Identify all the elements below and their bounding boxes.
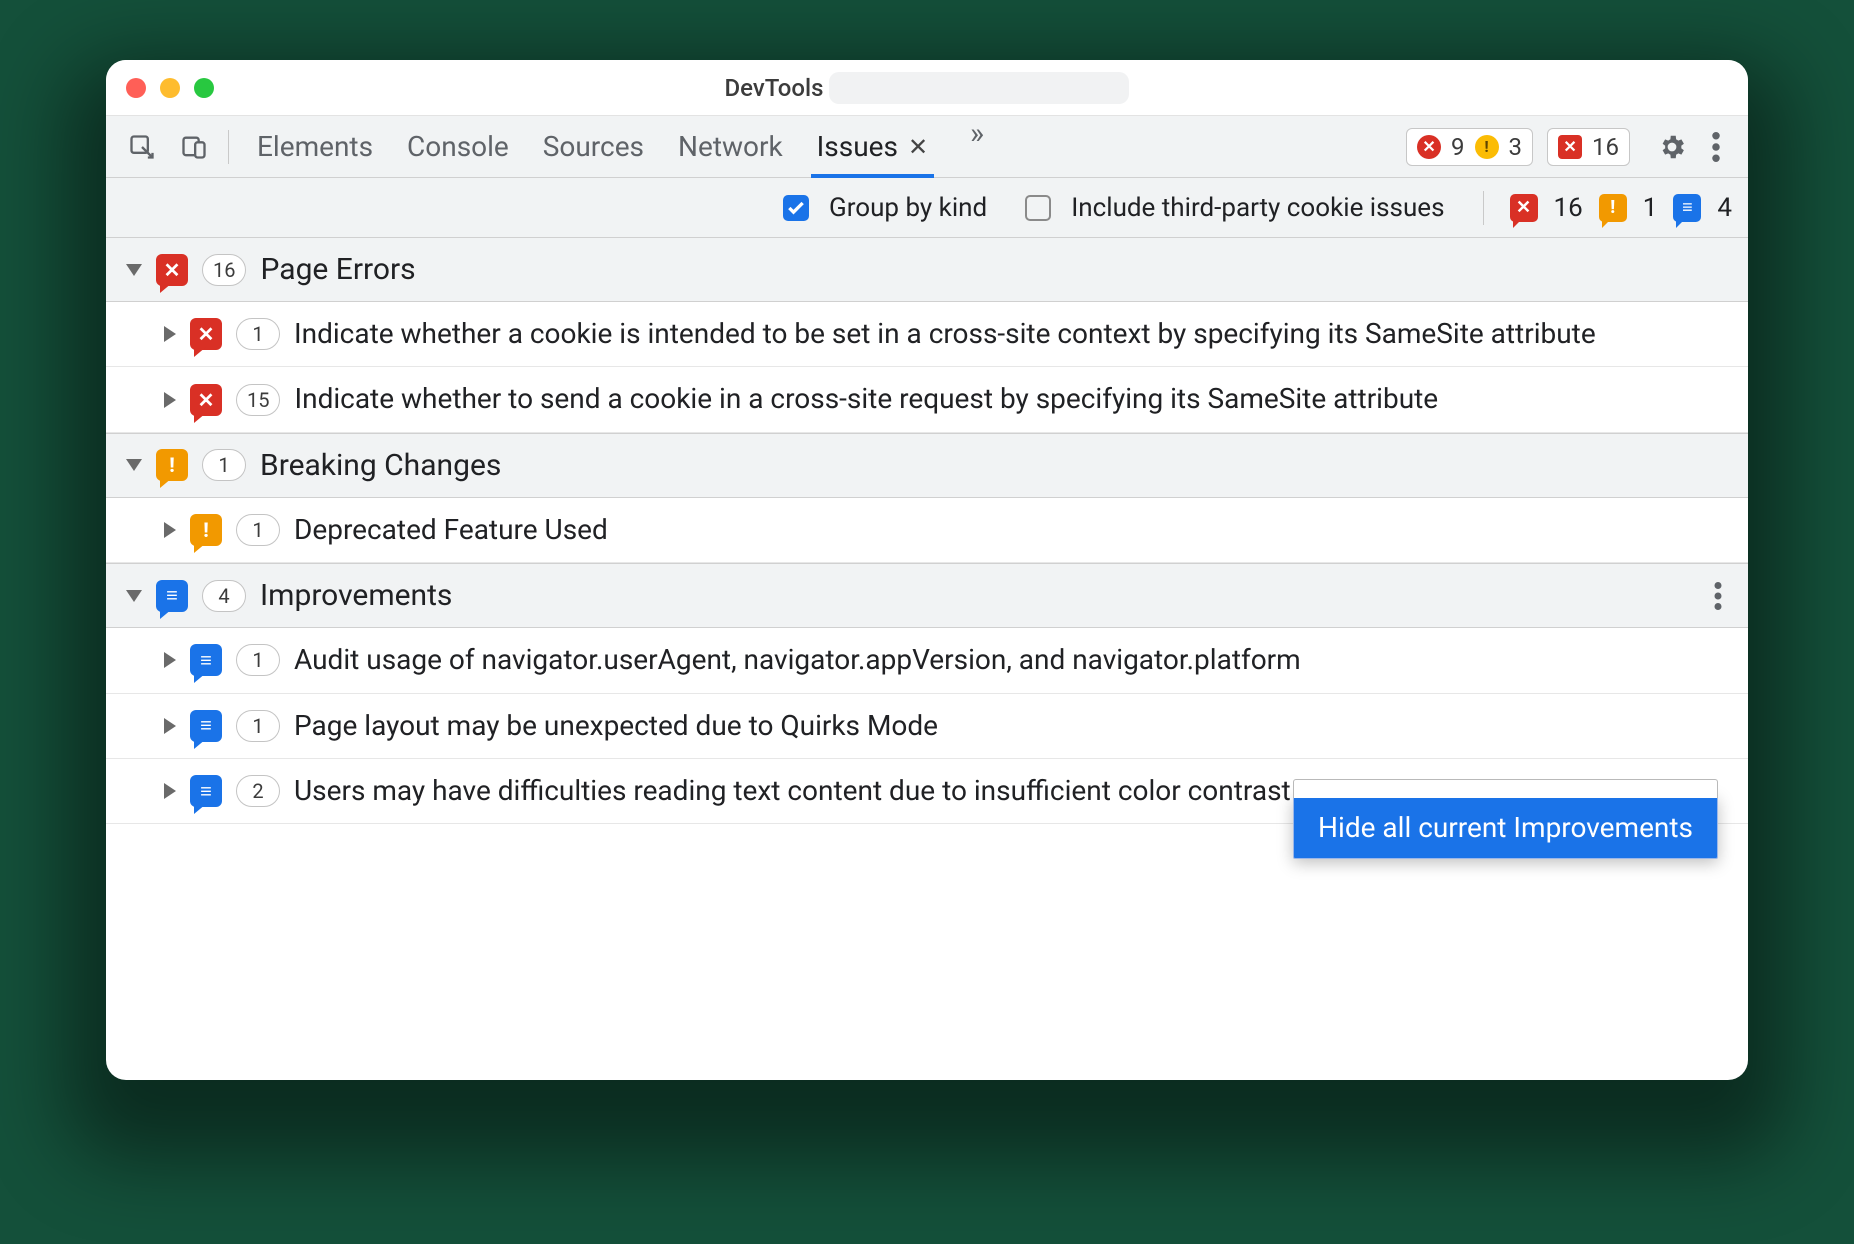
issue-count: 16	[1592, 133, 1619, 161]
inspect-element-button[interactable]	[118, 127, 166, 167]
divider	[228, 130, 229, 164]
breaking-changes-icon: !	[1599, 194, 1627, 222]
issue-kind-counts: ✕ 16 ! 1 ≡ 4	[1510, 193, 1732, 223]
issue-message: Deprecated Feature Used	[294, 512, 1728, 548]
context-menu-hide-improvements[interactable]: Hide all current Improvements	[1293, 796, 1718, 859]
group-header-improvements[interactable]: ≡ 4 Improvements	[106, 563, 1748, 628]
group-title: Page Errors	[260, 252, 415, 287]
group-count: 4	[202, 580, 246, 612]
issue-row[interactable]: ✕ 15 Indicate whether to send a cookie i…	[106, 367, 1748, 432]
tab-elements[interactable]: Elements	[257, 116, 373, 177]
tab-label: Network	[678, 130, 783, 163]
group-by-kind-checkbox[interactable]	[783, 195, 809, 221]
error-icon: ✕	[1417, 135, 1441, 159]
close-window-button[interactable]	[126, 78, 146, 98]
tab-sources[interactable]: Sources	[543, 116, 644, 177]
issue-count: 15	[236, 384, 280, 416]
issue-kind-icon: ≡	[190, 775, 222, 807]
disclosure-triangle-icon	[164, 326, 176, 342]
issue-row[interactable]: ≡ 1 Audit usage of navigator.userAgent, …	[106, 628, 1748, 693]
disclosure-triangle-icon	[164, 783, 176, 799]
disclosure-triangle-icon	[126, 459, 142, 471]
issue-row[interactable]: ✕ 1 Indicate whether a cookie is intende…	[106, 302, 1748, 367]
devtools-window: DevTools Elements Console Sources Networ…	[106, 60, 1748, 1080]
issue-count: 1	[236, 710, 280, 742]
tab-label: Console	[407, 130, 509, 163]
disclosure-triangle-icon	[164, 392, 176, 408]
tab-network[interactable]: Network	[678, 116, 783, 177]
disclosure-triangle-icon	[164, 652, 176, 668]
issue-message: Indicate whether to send a cookie in a c…	[294, 381, 1728, 417]
issue-message: Indicate whether a cookie is intended to…	[294, 316, 1728, 352]
issue-row[interactable]: ! 1 Deprecated Feature Used	[106, 498, 1748, 563]
tab-label: Sources	[543, 130, 644, 163]
improvements-icon: ≡	[1673, 194, 1701, 222]
group-count: 1	[202, 449, 246, 481]
disclosure-triangle-icon	[164, 522, 176, 538]
error-count: 9	[1451, 133, 1465, 161]
group-title: Improvements	[260, 578, 452, 613]
issues-tree: ✕ 16 Page Errors ✕ 1 Indicate whether a …	[106, 238, 1748, 1080]
issue-kind-icon: ✕	[190, 384, 222, 416]
more-tabs-button[interactable]: »	[962, 116, 992, 177]
third-party-label: Include third-party cookie issues	[1071, 193, 1444, 223]
breaking-changes-kind-icon: !	[156, 449, 188, 481]
device-toolbar-button[interactable]	[170, 127, 218, 167]
improvements-kind-icon: ≡	[156, 580, 188, 612]
minimize-window-button[interactable]	[160, 78, 180, 98]
improvements-count: 4	[1717, 193, 1732, 223]
tab-label: Elements	[257, 130, 373, 163]
group-more-button[interactable]	[1708, 582, 1728, 610]
breaking-changes-count: 1	[1643, 193, 1658, 223]
issue-message: Audit usage of navigator.userAgent, navi…	[294, 642, 1728, 678]
zoom-window-button[interactable]	[194, 78, 214, 98]
page-errors-icon: ✕	[1510, 194, 1538, 222]
issue-message: Page layout may be unexpected due to Qui…	[294, 708, 1728, 744]
warning-count: 3	[1509, 133, 1523, 161]
tab-label: Issues	[817, 130, 898, 163]
issues-toolbar: Group by kind Include third-party cookie…	[106, 178, 1748, 238]
third-party-checkbox[interactable]	[1025, 195, 1051, 221]
issue-row[interactable]: ≡ 1 Page layout may be unexpected due to…	[106, 694, 1748, 759]
issue-count: 1	[236, 644, 280, 676]
tab-console[interactable]: Console	[407, 116, 509, 177]
issue-kind-icon: ≡	[190, 710, 222, 742]
window-controls	[126, 78, 214, 98]
page-errors-kind-icon: ✕	[156, 254, 188, 286]
panel-tabs: Elements Console Sources Network Issues …	[257, 116, 992, 177]
disclosure-triangle-icon	[126, 264, 142, 276]
more-options-button[interactable]	[1696, 127, 1736, 167]
window-titlebar: DevTools	[106, 60, 1748, 116]
close-tab-icon[interactable]: ✕	[908, 133, 928, 161]
settings-button[interactable]	[1652, 127, 1692, 167]
warning-icon: !	[1475, 135, 1499, 159]
issue-count: 2	[236, 775, 280, 807]
group-by-kind-label: Group by kind	[829, 193, 987, 223]
window-title: DevTools	[106, 60, 1748, 115]
window-title-text: DevTools	[725, 74, 824, 102]
issue-count: 1	[236, 318, 280, 350]
page-errors-count: 16	[1554, 193, 1583, 223]
context-menu-item-label: Hide all current Improvements	[1318, 811, 1693, 844]
issues-status-pill[interactable]: ✕ 16	[1547, 128, 1630, 166]
disclosure-triangle-icon	[164, 718, 176, 734]
group-title: Breaking Changes	[260, 448, 501, 483]
group-header-breaking-changes[interactable]: ! 1 Breaking Changes	[106, 433, 1748, 498]
issue-count: 1	[236, 514, 280, 546]
group-header-page-errors[interactable]: ✕ 16 Page Errors	[106, 238, 1748, 302]
issue-kind-icon: ≡	[190, 644, 222, 676]
devtools-tabstrip: Elements Console Sources Network Issues …	[106, 116, 1748, 178]
console-status-pill[interactable]: ✕ 9 ! 3	[1406, 128, 1533, 166]
issue-icon: ✕	[1558, 135, 1582, 159]
issue-kind-icon: !	[190, 514, 222, 546]
window-title-url-placeholder	[829, 72, 1129, 104]
divider	[1483, 191, 1484, 225]
disclosure-triangle-icon	[126, 590, 142, 602]
tab-issues[interactable]: Issues ✕	[817, 116, 928, 177]
issue-kind-icon: ✕	[190, 318, 222, 350]
group-count: 16	[202, 254, 246, 286]
